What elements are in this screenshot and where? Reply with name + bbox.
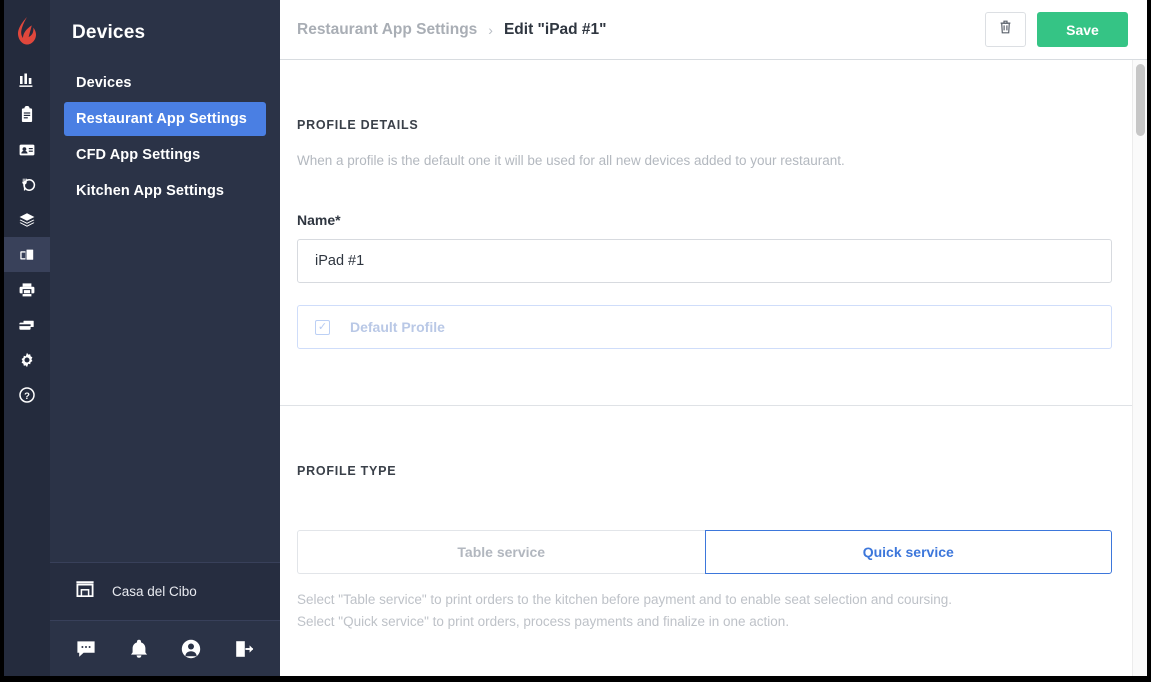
bell-icon[interactable] [119,629,159,669]
store-selector[interactable]: Casa del Cibo [50,562,280,620]
scrollbar-thumb[interactable] [1136,64,1145,136]
gear-icon[interactable] [4,342,50,377]
bar-chart-icon[interactable] [4,62,50,97]
default-profile-checkbox-row[interactable]: ✓ Default Profile [297,305,1112,349]
profile-details-section: PROFILE DETAILS When a profile is the de… [280,60,1147,405]
icon-rail: ? [4,0,50,676]
sidebar-item-restaurant-app-settings[interactable]: Restaurant App Settings [64,102,266,136]
rail-icon-list: ? [4,62,50,412]
profile-details-description: When a profile is the default one it wil… [297,153,845,168]
user-circle-icon[interactable] [171,629,211,669]
devices-icon[interactable] [4,237,50,272]
sidebar-item-devices[interactable]: Devices [64,66,266,100]
profile-type-hint-line-1: Select "Table service" to print orders t… [297,592,952,607]
sidebar-item-cfd-app-settings[interactable]: CFD App Settings [64,138,266,172]
delete-button[interactable] [985,12,1026,47]
sidebar-bottom-bar [50,620,280,676]
profile-type-title: PROFILE TYPE [297,464,397,478]
breadcrumb-parent[interactable]: Restaurant App Settings [297,21,477,39]
chevron-right-icon: › [488,21,493,38]
name-input[interactable]: iPad #1 [297,239,1112,283]
content: PROFILE DETAILS When a profile is the de… [280,60,1147,633]
layers-icon[interactable] [4,202,50,237]
svg-text:?: ? [24,390,30,401]
chat-icon[interactable] [66,629,106,669]
profile-type-option-quick-service[interactable]: Quick service [704,530,1112,574]
restaurant-icon[interactable] [4,167,50,202]
breadcrumb: Restaurant App Settings › Edit "iPad #1" [297,21,607,39]
main-area: Restaurant App Settings › Edit "iPad #1"… [280,0,1147,676]
vertical-scrollbar[interactable] [1132,60,1147,676]
payment-card-icon[interactable] [4,307,50,342]
help-circle-icon[interactable]: ? [4,377,50,412]
profile-type-toggle-group: Table service Quick service [297,530,1112,574]
printer-icon[interactable] [4,272,50,307]
store-icon [74,579,96,604]
profile-type-section: PROFILE TYPE Table service Quick service… [280,406,1147,633]
checkbox-icon[interactable]: ✓ [315,319,330,335]
topbar-actions: Save [985,12,1128,47]
clipboard-icon[interactable] [4,97,50,132]
save-button[interactable]: Save [1037,12,1128,47]
sidebar-item-kitchen-app-settings[interactable]: Kitchen App Settings [64,174,266,208]
top-bar: Restaurant App Settings › Edit "iPad #1"… [280,0,1147,60]
profile-type-hint: Select "Table service" to print orders t… [297,589,1128,633]
lightspeed-flame-logo[interactable] [4,0,50,62]
profile-type-hint-line-2: Select "Quick service" to print orders, … [297,614,790,629]
logout-icon[interactable] [224,629,264,669]
default-profile-label: Default Profile [350,319,445,335]
name-label: Name* [297,212,341,228]
sidebar-title: Devices [72,22,146,43]
content-scroll-area: PROFILE DETAILS When a profile is the de… [280,60,1147,676]
trash-icon [998,19,1013,40]
breadcrumb-current: Edit "iPad #1" [503,20,607,38]
contact-card-icon[interactable] [4,132,50,167]
profile-type-option-table-service[interactable]: Table service [297,530,705,574]
app-window: ? Devices Devices Restaurant App Setting… [4,0,1147,676]
nav-sidebar: Devices Devices Restaurant App Settings … [50,0,280,676]
sidebar-item-list: Devices Restaurant App Settings CFD App … [50,66,280,210]
profile-details-title: PROFILE DETAILS [297,118,419,132]
store-name: Casa del Cibo [112,584,197,599]
